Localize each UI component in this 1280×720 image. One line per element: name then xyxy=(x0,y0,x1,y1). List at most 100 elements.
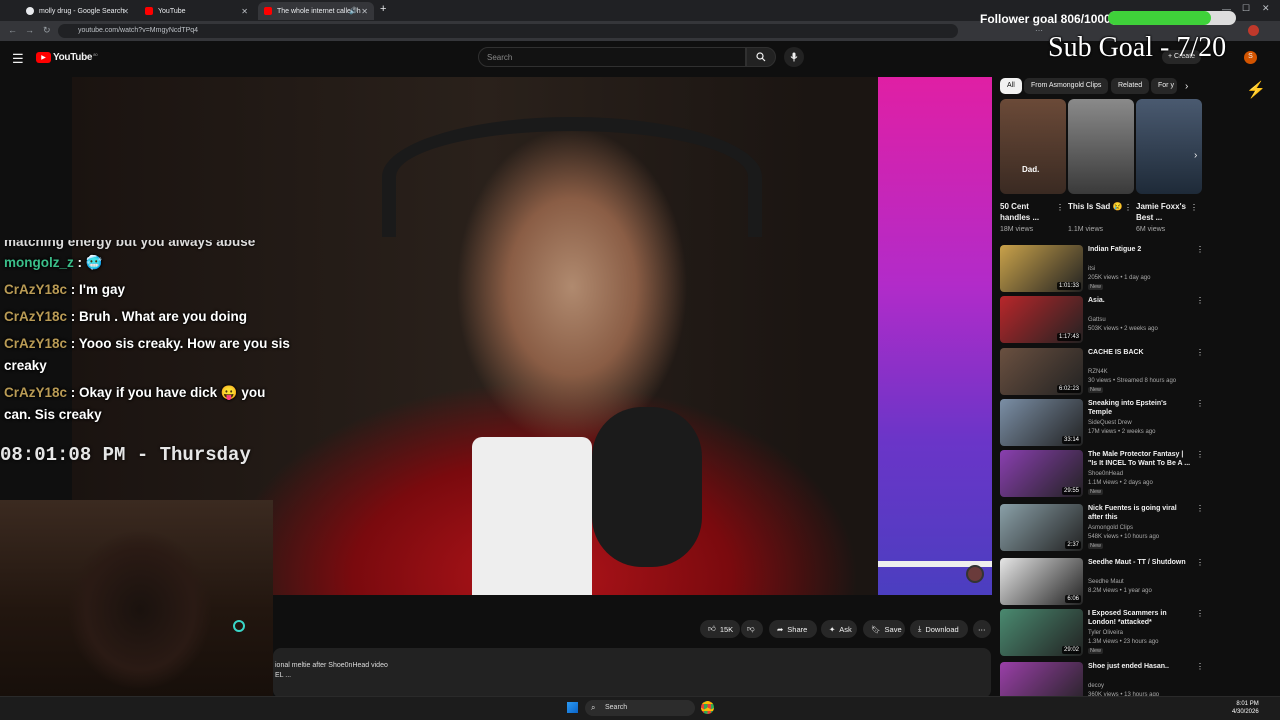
close-window-icon[interactable]: ✕ xyxy=(1262,3,1270,14)
taskbar-search[interactable]: ⌕ Search xyxy=(585,700,695,716)
video-thumbnail[interactable]: 6:06 xyxy=(1000,558,1083,605)
video-menu-icon[interactable]: ⋮ xyxy=(1196,296,1204,305)
video-title[interactable]: Asia. xyxy=(1088,296,1192,305)
video-menu-icon[interactable]: ⋮ xyxy=(1196,504,1204,513)
profile-avatar[interactable] xyxy=(1248,25,1259,36)
recommended-video[interactable]: 6:06 Seedhe Maut - TT / Shutdown Seedhe Ma… xyxy=(1000,558,1204,608)
video-title[interactable]: The Male Protector Fantasy | "Is It INCE… xyxy=(1088,450,1192,468)
video-thumbnail[interactable]: 2:37 xyxy=(1000,504,1083,551)
video-title[interactable]: Indian Fatigue 2 xyxy=(1088,245,1192,254)
short-menu-icon[interactable]: ⋮ xyxy=(1124,203,1132,212)
chip-related[interactable]: Related xyxy=(1111,78,1150,94)
short-title[interactable]: This Is Sad 😢 xyxy=(1068,201,1124,212)
menu-icon[interactable]: ☰ xyxy=(12,51,24,67)
download-button[interactable]: ⤓ Download xyxy=(910,620,968,638)
audio-icon[interactable]: 🔊 xyxy=(349,7,358,15)
chrome-taskbar-icon[interactable] xyxy=(701,701,714,714)
video-thumbnail[interactable]: 1:01:33 xyxy=(1000,245,1083,292)
channel-name[interactable]: itsi xyxy=(1088,266,1095,272)
reload-icon[interactable]: ↻ xyxy=(43,25,51,36)
recommended-video[interactable]: 33:14 Sneaking into Epstein's Temple SideQ… xyxy=(1000,399,1204,449)
video-thumbnail[interactable]: 29:55 xyxy=(1000,450,1083,497)
video-title[interactable]: Nick Fuentes is going viral after this xyxy=(1088,504,1192,522)
video-menu-icon[interactable]: ⋮ xyxy=(1196,558,1204,567)
chip-all[interactable]: All xyxy=(1000,78,1022,94)
recommended-video[interactable]: 1:17:43 Asia. Gattsu 503K views • 2 weeks a… xyxy=(1000,296,1204,346)
youtube-logo[interactable]: ▶ YouTube 80 xyxy=(36,52,98,63)
white-shirt-shape xyxy=(472,437,592,595)
windows-start-icon[interactable] xyxy=(567,702,578,713)
video-title[interactable]: I Exposed Scammers in London! *attacked* xyxy=(1088,609,1192,627)
recommended-video[interactable]: 29:02 I Exposed Scammers in London! *atta… xyxy=(1000,609,1204,659)
video-title[interactable]: Shoe just ended Hasan.. xyxy=(1088,662,1192,671)
short-title[interactable]: 50 Cent handles ... xyxy=(1000,201,1056,223)
taskbar-date: 4/30/2026 xyxy=(1232,709,1259,715)
dislike-button[interactable]: 👎︎ xyxy=(741,620,763,638)
tab-title: molly drug - Google Search xyxy=(39,7,125,15)
video-title[interactable]: CACHE IS BACK xyxy=(1088,348,1192,357)
recommended-video[interactable]: 2:37 Nick Fuentes is going viral after th… xyxy=(1000,504,1204,554)
short-menu-icon[interactable]: ⋮ xyxy=(1056,203,1064,212)
video-thumbnail[interactable]: 6:02:23 xyxy=(1000,348,1083,395)
maximize-icon[interactable]: ☐ xyxy=(1242,3,1250,14)
channel-name[interactable]: decoy xyxy=(1088,683,1104,689)
chip-for-you[interactable]: For y xyxy=(1151,78,1177,94)
video-menu-icon[interactable]: ⋮ xyxy=(1196,399,1204,408)
search-icon xyxy=(756,52,766,62)
forward-icon[interactable]: → xyxy=(25,25,34,35)
description-more[interactable]: EL ... xyxy=(275,672,991,679)
shorts-next-icon[interactable]: › xyxy=(1194,150,1197,161)
short-card[interactable]: Dad. xyxy=(1000,99,1066,194)
short-card[interactable] xyxy=(1136,99,1202,194)
channel-watermark-icon[interactable] xyxy=(966,565,984,583)
channel-name[interactable]: Tyler Oliveira xyxy=(1088,630,1123,636)
short-title[interactable]: Jamie Foxx's Best ... xyxy=(1136,201,1192,223)
video-menu-icon[interactable]: ⋮ xyxy=(1196,348,1204,357)
chevron-right-icon[interactable]: › xyxy=(1185,81,1188,92)
channel-name[interactable]: Seedhe Maut xyxy=(1088,579,1124,585)
video-menu-icon[interactable]: ⋮ xyxy=(1196,450,1204,459)
recommended-video[interactable]: 6:02:23 CACHE IS BACK RZN4K 30 views • Stre… xyxy=(1000,348,1204,398)
video-menu-icon[interactable]: ⋮ xyxy=(1196,662,1204,671)
chip-from-channel[interactable]: From Asmongold Clips xyxy=(1024,78,1109,94)
video-menu-icon[interactable]: ⋮ xyxy=(1196,609,1204,618)
save-button[interactable]: 🔖︎ Save xyxy=(863,620,905,638)
recommended-video[interactable]: 29:55 The Male Protector Fantasy | "Is It… xyxy=(1000,450,1204,500)
channel-name[interactable]: Gattsu xyxy=(1088,317,1106,323)
short-card[interactable] xyxy=(1068,99,1134,194)
share-button[interactable]: ➦ Share xyxy=(769,620,817,638)
save-label: Save xyxy=(884,624,902,634)
video-title[interactable]: Sneaking into Epstein's Temple xyxy=(1088,399,1192,417)
video-thumbnail[interactable]: 1:17:43 xyxy=(1000,296,1083,343)
channel-name[interactable]: SideQuest Drew xyxy=(1088,420,1132,426)
video-thumbnail[interactable]: 29:02 xyxy=(1000,609,1083,656)
video-thumbnail[interactable]: 33:14 xyxy=(1000,399,1083,446)
tab-active-video[interactable]: The whole internet called h 🔊 ✕ xyxy=(258,2,374,20)
channel-name[interactable]: RZN4K xyxy=(1088,369,1108,375)
tab-title: YouTube xyxy=(158,7,186,15)
account-avatar[interactable]: S xyxy=(1244,51,1257,64)
recommended-video[interactable]: 1:01:33 Indian Fatigue 2 itsi 205K views • … xyxy=(1000,245,1204,295)
extensions-icon[interactable]: ⋯ xyxy=(1035,26,1043,35)
like-button[interactable]: 👍︎ 15K xyxy=(700,620,740,638)
search-button[interactable] xyxy=(746,47,776,67)
close-tab-icon[interactable]: ✕ xyxy=(241,7,248,16)
voice-search-button[interactable] xyxy=(784,47,804,67)
video-title[interactable]: Seedhe Maut - TT / Shutdown xyxy=(1088,558,1192,567)
more-actions-button[interactable]: ⋯ xyxy=(973,620,991,638)
tab-youtube[interactable]: YouTube ✕ xyxy=(139,2,254,20)
tab-google-search[interactable]: molly drug - Google Search ✕ xyxy=(20,2,135,20)
back-icon[interactable]: ← xyxy=(8,25,17,35)
short-menu-icon[interactable]: ⋮ xyxy=(1190,203,1198,212)
close-tab-icon[interactable]: ✕ xyxy=(361,7,368,16)
video-menu-icon[interactable]: ⋮ xyxy=(1196,245,1204,254)
new-tab-button[interactable]: + xyxy=(380,3,386,15)
thumbs-down-icon: 👎︎ xyxy=(747,624,755,633)
url-field[interactable]: youtube.com/watch?v=MmgyNcdTPq4 xyxy=(58,24,958,38)
search-input[interactable]: Search xyxy=(478,47,746,67)
ask-button[interactable]: ✦ Ask xyxy=(821,620,857,638)
close-tab-icon[interactable]: ✕ xyxy=(122,7,129,16)
channel-name[interactable]: Shoe0nHead xyxy=(1088,471,1123,477)
channel-name[interactable]: Asmongold Clips xyxy=(1088,525,1133,531)
video-description[interactable]: ional meltie after Shoe0nHead video EL .… xyxy=(273,648,991,698)
